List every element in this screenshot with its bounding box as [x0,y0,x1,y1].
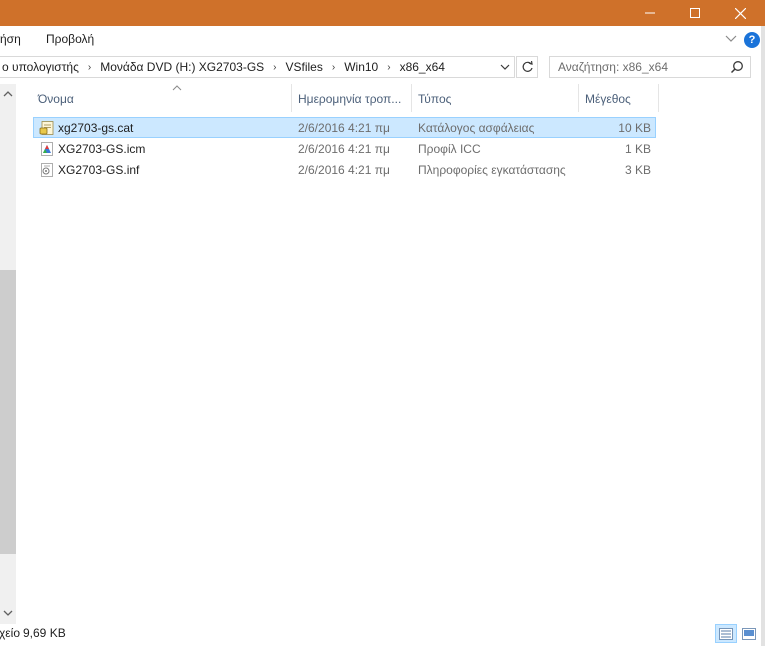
breadcrumb: ο υπολογιστής › Μονάδα DVD (H:) XG2703-G… [0,60,448,74]
address-history-button[interactable] [497,59,513,75]
chevron-right-icon[interactable]: › [267,62,282,73]
large-icons-view-icon [742,627,756,640]
search-icon[interactable] [730,60,744,74]
file-size: 10 KB [618,121,651,135]
scroll-thumb[interactable] [0,270,16,554]
address-bar[interactable]: ο υπολογιστής › Μονάδα DVD (H:) XG2703-G… [0,56,515,78]
column-label: Τύπος [418,92,452,106]
file-type: Προφίλ ICC [418,142,481,156]
file-name: xg2703-gs.cat [58,121,134,135]
file-name: XG2703-GS.icm [58,142,146,156]
column-header-name[interactable]: Όνομα [32,84,292,112]
navigation-pane-scrollbar[interactable] [0,84,16,624]
navigation-bar: ο υπολογιστής › Μονάδα DVD (H:) XG2703-G… [0,56,765,80]
file-row[interactable]: XG2703-GS.icm 2/6/2016 4:21 πμ Προφίλ IC… [33,138,656,159]
close-button[interactable] [717,0,763,26]
close-icon [734,7,746,19]
security-catalog-icon [39,121,54,135]
details-view-button[interactable] [715,624,737,643]
breadcrumb-this-pc[interactable]: ο υπολογιστής [0,60,82,74]
refresh-button[interactable] [516,56,538,78]
chevron-right-icon[interactable]: › [326,62,341,73]
file-date: 2/6/2016 4:21 πμ [298,142,390,156]
maximize-icon [690,8,700,18]
maximize-button[interactable] [672,0,718,26]
breadcrumb-dvd-drive[interactable]: Μονάδα DVD (H:) XG2703-GS [97,60,267,74]
file-list: Όνομα Ημερομηνία τροπ... Τύπος Μέγεθος x… [16,84,765,624]
column-label: Ημερομηνία τροπ... [298,92,402,106]
column-header-date[interactable]: Ημερομηνία τροπ... [292,84,412,112]
file-size: 3 KB [624,163,651,177]
file-date: 2/6/2016 4:21 πμ [298,121,390,135]
ribbon-expand-button[interactable] [723,30,739,46]
status-selection-size: 9,69 KB [23,626,66,640]
file-size: 1 KB [624,142,651,156]
tab-view[interactable]: Προβολή [46,32,94,46]
breadcrumb-win10[interactable]: Win10 [341,60,381,74]
column-label: Μέγεθος [585,92,631,106]
file-row[interactable]: xg2703-gs.cat 2/6/2016 4:21 πμ Κατάλογος… [33,117,656,138]
chevron-down-icon [725,35,737,42]
ribbon: ήση Προβολή ? [0,26,765,52]
search-input[interactable] [550,57,726,77]
column-header-type[interactable]: Τύπος [412,84,579,112]
file-name: XG2703-GS.inf [58,163,140,177]
large-icons-view-button[interactable] [739,624,759,643]
details-view-icon [719,627,733,640]
breadcrumb-vsfiles[interactable]: VSfiles [283,60,326,74]
chevron-right-icon[interactable]: › [82,62,97,73]
file-type: Κατάλογος ασφάλειας [418,121,535,135]
tab-share[interactable]: ήση [0,32,21,46]
scroll-down-icon[interactable] [3,608,13,618]
color-profile-icon [41,142,53,156]
status-bar: χείο 9,69 KB [0,624,765,646]
window-right-edge [761,26,765,646]
chevron-right-icon[interactable]: › [381,62,396,73]
file-type: Πληροφορίες εγκατάστασης [418,163,566,177]
column-label: Όνομα [38,92,74,106]
column-header-size[interactable]: Μέγεθος [579,84,659,112]
setup-info-icon [41,163,53,177]
file-row[interactable]: XG2703-GS.inf 2/6/2016 4:21 πμ Πληροφορί… [33,159,656,180]
minimize-icon [645,12,655,14]
breadcrumb-x86-x64[interactable]: x86_x64 [397,60,448,74]
status-item-count: χείο [0,626,20,640]
help-icon[interactable]: ? [744,32,760,48]
title-bar [0,0,765,26]
chevron-down-icon [500,64,510,70]
search-box[interactable] [549,56,751,78]
scroll-up-icon[interactable] [3,89,13,99]
sort-ascending-icon [172,85,182,91]
file-date: 2/6/2016 4:21 πμ [298,163,390,177]
minimize-button[interactable] [627,0,673,26]
refresh-icon [522,60,533,72]
